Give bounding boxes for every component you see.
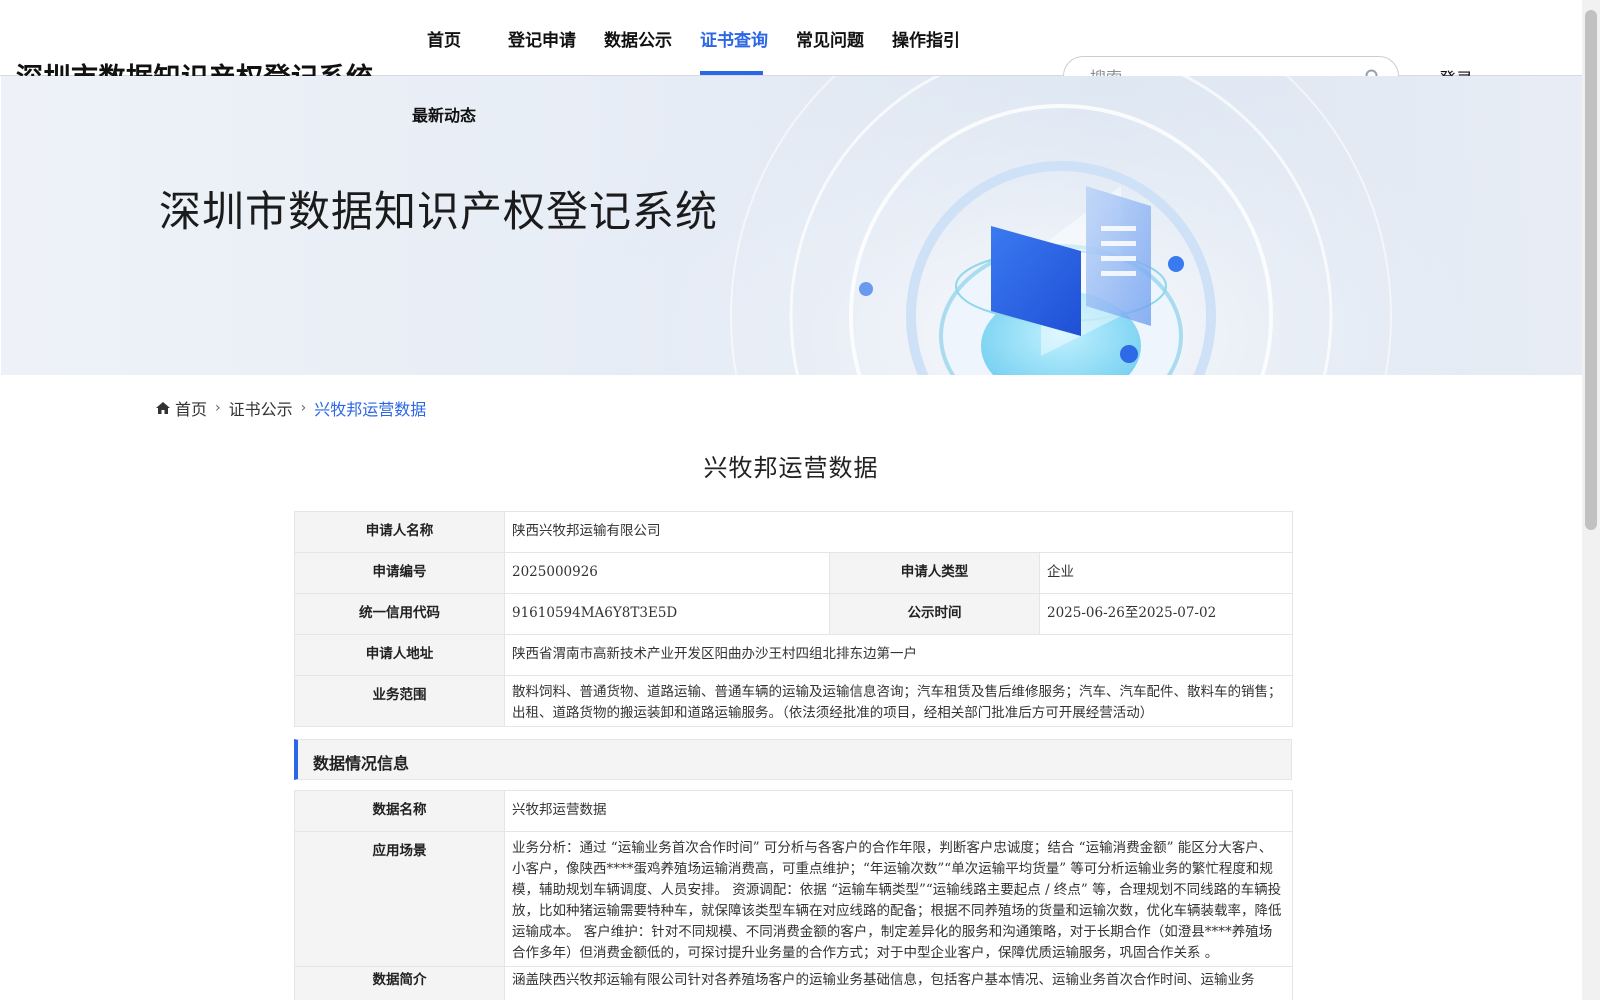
application-no-label: 申请编号 xyxy=(294,552,505,594)
applicant-address-label: 申请人地址 xyxy=(294,634,505,676)
applicant-name-label: 申请人名称 xyxy=(294,511,505,553)
business-scope-value: 散料饲料、普通货物、道路运输、普通车辆的运输及运输信息咨询；汽车租赁及售后维修服… xyxy=(504,675,1293,727)
breadcrumb-certificate-publicity[interactable]: 证书公示 xyxy=(229,396,293,420)
table-row: 业务范围 散料饲料、普通货物、道路运输、普通车辆的运输及运输信息咨询；汽车租赁及… xyxy=(294,675,1293,727)
nav-active-indicator xyxy=(700,71,763,75)
table-row: 申请编号 2025000926 申请人类型 企业 xyxy=(294,552,1293,594)
application-no-value: 2025000926 xyxy=(504,552,830,594)
data-name-label: 数据名称 xyxy=(294,790,505,832)
site-header: 深圳市数据知识产权登记系统 首页 登记申请 数据公示 证书查询 常见问题 操作指… xyxy=(0,0,1582,96)
chevron-right-icon: › xyxy=(215,400,221,416)
data-section-heading: 数据情况信息 xyxy=(294,739,1292,780)
nav-home[interactable]: 首页 xyxy=(427,26,461,51)
table-row: 应用场景 业务分析：通过 “运输业务首次合作时间” 可分析与各客户的合作年限，判… xyxy=(294,831,1293,967)
credit-code-value: 91610594MA6Y8T3E5D xyxy=(504,593,830,635)
breadcrumb-current: 兴牧邦运营数据 xyxy=(314,400,427,419)
applicant-address-value: 陕西省渭南市高新技术产业开发区阳曲办沙王村四组北排东边第一户 xyxy=(504,634,1293,676)
table-row: 申请人名称 陕西兴牧邦运输有限公司 xyxy=(294,511,1293,553)
publicity-time-value: 2025-06-26至2025-07-02 xyxy=(1039,593,1293,635)
applicant-type-label: 申请人类型 xyxy=(829,552,1040,594)
nav-register-apply[interactable]: 登记申请 xyxy=(508,26,576,51)
page: 深圳市数据知识产权登记系统 首页 登记申请 数据公示 证书查询 常见问题 操作指… xyxy=(0,0,1600,1000)
nav-latest-news[interactable]: 最新动态 xyxy=(412,102,476,126)
page-scrollbar[interactable] xyxy=(1582,0,1600,1000)
page-title: 兴牧邦运营数据 xyxy=(703,454,879,482)
applicant-info-table: 申请人名称 陕西兴牧邦运输有限公司 申请编号 2025000926 申请人类型 … xyxy=(294,511,1293,727)
nav-certificate-query[interactable]: 证书查询 xyxy=(700,26,768,51)
banner-title: 深圳市数据知识产权登记系统 xyxy=(159,187,719,236)
table-row: 数据简介 涵盖陕西兴牧邦运输有限公司针对各养殖场客户的运输业务基础信息，包括客户… xyxy=(294,966,1293,1000)
data-name-value: 兴牧邦运营数据 xyxy=(504,790,1293,832)
application-scene-value: 业务分析：通过 “运输业务首次合作时间” 可分析与各客户的合作年限，判断客户忠诚… xyxy=(504,831,1293,967)
nav-guide[interactable]: 操作指引 xyxy=(892,26,960,51)
breadcrumb: 首页 › 证书公示 › 兴牧邦运营数据 xyxy=(155,396,426,420)
application-scene-label: 应用场景 xyxy=(294,831,505,967)
business-scope-label: 业务范围 xyxy=(294,675,505,727)
scrollbar-thumb[interactable] xyxy=(1585,10,1597,530)
data-info-table: 数据名称 兴牧邦运营数据 应用场景 业务分析：通过 “运输业务首次合作时间” 可… xyxy=(294,790,1293,1000)
home-icon xyxy=(156,402,170,414)
credit-code-label: 统一信用代码 xyxy=(294,593,505,635)
table-row: 统一信用代码 91610594MA6Y8T3E5D 公示时间 2025-06-2… xyxy=(294,593,1293,635)
data-intro-value: 涵盖陕西兴牧邦运输有限公司针对各养殖场客户的运输业务基础信息，包括客户基本情况、… xyxy=(504,966,1293,1000)
table-row: 申请人地址 陕西省渭南市高新技术产业开发区阳曲办沙王村四组北排东边第一户 xyxy=(294,634,1293,676)
nav-data-publicity[interactable]: 数据公示 xyxy=(604,26,672,51)
chevron-right-icon: › xyxy=(300,400,307,416)
applicant-name-value: 陕西兴牧邦运输有限公司 xyxy=(504,511,1293,553)
data-intro-label: 数据简介 xyxy=(294,966,505,1000)
publicity-time-label: 公示时间 xyxy=(829,593,1040,635)
table-row: 数据名称 兴牧邦运营数据 xyxy=(294,790,1293,832)
breadcrumb-home[interactable]: 首页 xyxy=(175,396,207,420)
nav-faq[interactable]: 常见问题 xyxy=(796,26,864,51)
hero-banner: 深圳市数据知识产权登记系统 xyxy=(1,76,1582,375)
applicant-type-value: 企业 xyxy=(1039,552,1293,594)
